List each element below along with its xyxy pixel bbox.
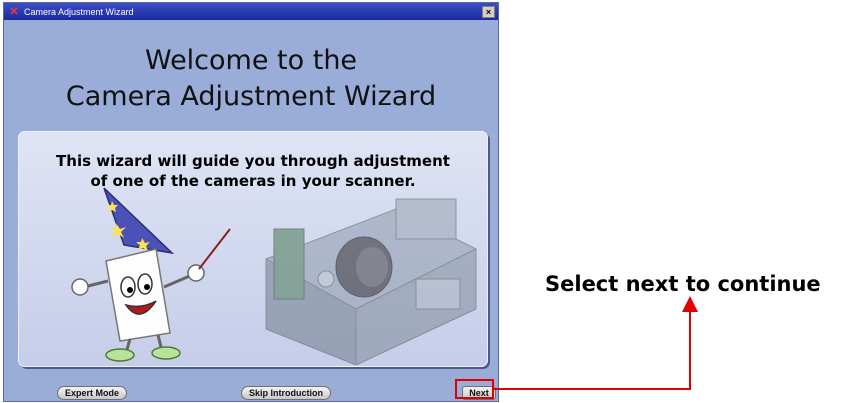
skip-introduction-button[interactable]: Skip Introduction [241,386,331,400]
window-title: Camera Adjustment Wizard [24,6,134,17]
callout-text: Select next to continue [545,272,821,296]
wizard-mascot [71,187,231,362]
intro-line-1: This wizard will guide you through adjus… [56,152,450,170]
title-bar: ✕ Camera Adjustment Wizard × [4,3,498,20]
next-button-highlight [455,379,494,399]
welcome-heading: Welcome to the Camera Adjustment Wizard [4,43,498,115]
close-button[interactable]: × [482,5,495,18]
wizard-window: ✕ Camera Adjustment Wizard × Welcome to … [3,2,499,402]
scanner-camera-illustration [264,198,478,365]
heading-line-1: Welcome to the [144,45,358,76]
arrowhead-icon [682,296,698,312]
x-logo-icon: ✕ [9,5,19,18]
heading-line-2: Camera Adjustment Wizard [65,81,437,112]
expert-mode-button[interactable]: Expert Mode [57,386,127,400]
intro-panel: This wizard will guide you through adjus… [18,131,488,367]
